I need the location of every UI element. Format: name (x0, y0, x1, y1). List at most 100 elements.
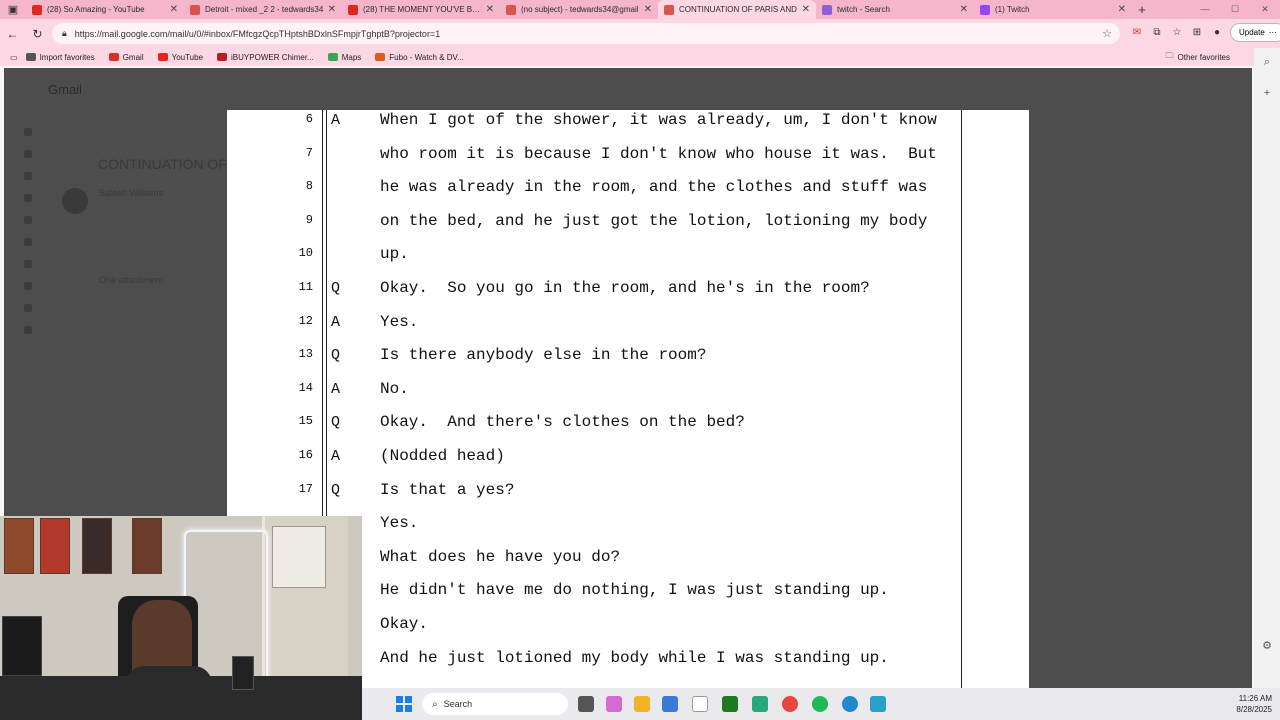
bookmark-item[interactable]: YouTube (157, 52, 204, 62)
start-button[interactable] (396, 696, 412, 712)
tab-title: (28) THE MOMENT YOU'VE BEEN (363, 5, 482, 14)
bookmark-item[interactable]: Gmail (108, 52, 144, 62)
bookmark-label: Gmail (122, 52, 144, 62)
bookmark-item[interactable]: iBUYPOWER Chimer... (217, 53, 314, 62)
browser-tab[interactable]: twitch - Search ✕ (816, 0, 974, 19)
reading-view-icon[interactable]: ▭ (10, 53, 18, 62)
tab-favicon-icon (980, 4, 990, 15)
transcript-text: And he just lotioned my body while I was… (380, 648, 889, 667)
transcript-text: Okay. And there's clothes on the bed? (380, 413, 745, 432)
minimize-icon[interactable]: — (1190, 0, 1220, 19)
add-icon[interactable]: + (1254, 87, 1280, 99)
transcript-text: Is there anybody else in the room? (380, 346, 707, 365)
favorites-icon[interactable]: ☆ (1170, 27, 1184, 38)
close-window-icon[interactable]: ✕ (1250, 0, 1280, 19)
favorite-star-icon[interactable]: ☆ (1102, 27, 1112, 40)
address-bar[interactable]: 🔒︎ https://mail.google.com/mail/u/0/#inb… (52, 23, 1120, 44)
tab-title: (28) So Amazing - YouTube (47, 5, 145, 14)
tab-strip: ▣ (28) So Amazing - YouTube ✕ Detroit - mi… (0, 0, 1280, 19)
capture-app-icon[interactable] (752, 696, 768, 712)
tab-title: CONTINUATION OF PARIS AND (679, 5, 797, 14)
extension-icon[interactable]: ✉ (1130, 27, 1144, 38)
bookmark-label: YouTube (171, 52, 204, 62)
poster (4, 518, 34, 574)
notepad-icon[interactable] (692, 696, 708, 712)
poster (82, 518, 112, 574)
browser-tab[interactable]: Detroit - mixed _2 2 - tedwards34 ✕ (184, 0, 342, 19)
bookmark-item[interactable]: Fubo - Watch & DV... (375, 53, 464, 62)
line-number: 7 (305, 145, 313, 160)
clock[interactable]: 11:26 AM 8/28/2025 (1236, 693, 1272, 715)
transcript-line: 15 Q Okay. And there's clothes on the bed? (227, 412, 967, 446)
store-icon[interactable] (662, 696, 678, 712)
tab-actions-icon[interactable]: ▣ (0, 0, 26, 19)
update-label: Update (1239, 28, 1265, 37)
chrome-icon[interactable] (782, 696, 798, 712)
transcript-text: When I got of the shower, it was already… (380, 111, 937, 129)
speaker-label: Q (331, 414, 341, 432)
back-icon[interactable]: ← (0, 27, 25, 41)
bookmark-favicon-icon (157, 53, 168, 61)
copilot-app-icon[interactable] (606, 696, 622, 712)
line-number: 10 (298, 246, 313, 261)
tab-title: (1) Twitch (995, 5, 1030, 14)
transcript-text: He didn't have me do nothing, I was just… (380, 581, 889, 600)
transcript-line: 13 Q Is there anybody else in the room? (227, 345, 967, 379)
bookmark-favicon-icon (108, 53, 119, 61)
transcript-text: Yes. (380, 514, 419, 533)
spotify-icon[interactable] (812, 696, 828, 712)
browser-tab[interactable]: (28) THE MOMENT YOU'VE BEEN ✕ (342, 0, 500, 19)
speaker-label: A (331, 112, 341, 129)
transcript-text: on the bed, and he just got the lotion, … (380, 211, 928, 230)
task-view-icon[interactable] (578, 696, 594, 712)
app-icon[interactable] (870, 696, 886, 712)
transcript-text: he was already in the room, and the clot… (380, 178, 928, 197)
settings-icon[interactable]: ⚙ (1254, 639, 1280, 652)
browser-tab[interactable]: (1) Twitch ✕ (974, 0, 1132, 19)
bookmark-favicon-icon (375, 53, 386, 61)
split-screen-icon[interactable]: ⧉ (1150, 27, 1164, 38)
browser-tab[interactable]: (28) So Amazing - YouTube ✕ (26, 0, 184, 19)
close-tab-icon[interactable]: ✕ (1118, 4, 1126, 15)
taskbar-search-label: Search (443, 699, 473, 709)
collections-icon[interactable]: ⊞ (1190, 27, 1204, 38)
bookmark-favicon-icon (217, 53, 228, 61)
bookmark-item[interactable]: Import favorites (25, 53, 95, 62)
file-explorer-icon[interactable] (634, 696, 650, 712)
window-controls: — ☐ ✕ (1190, 0, 1280, 19)
bookmark-favicon-icon (25, 53, 36, 61)
transcript-line: 16 A (Nodded head) (227, 446, 967, 480)
maximize-icon[interactable]: ☐ (1220, 0, 1250, 19)
edge-sidebar: ⌕ + ⚙ (1254, 48, 1280, 688)
transcript-line: 9 on the bed, and he just got the lotion,… (227, 211, 967, 245)
close-tab-icon[interactable]: ✕ (644, 4, 652, 15)
search-icon[interactable]: ⌕ (1254, 56, 1280, 69)
close-tab-icon[interactable]: ✕ (802, 4, 810, 15)
taskbar-search[interactable]: ⌕ Search (422, 693, 568, 715)
xbox-icon[interactable] (722, 696, 738, 712)
bookmark-item[interactable]: Maps (327, 53, 361, 62)
browser-tab[interactable]: CONTINUATION OF PARIS AND ✕ (658, 0, 816, 19)
close-tab-icon[interactable]: ✕ (328, 4, 336, 15)
speaker-label: Q (331, 280, 341, 297)
close-tab-icon[interactable]: ✕ (170, 4, 178, 15)
speaker-label: Q (331, 481, 341, 499)
edge-icon[interactable] (842, 696, 858, 712)
transcript-text: Yes. (380, 312, 419, 331)
transcript-line: 12 A Yes. (227, 312, 967, 346)
new-tab-button[interactable]: + (1132, 2, 1152, 17)
profile-icon[interactable]: ● (1210, 27, 1224, 38)
wall-frame (272, 526, 326, 588)
transcript-line: 8 he was already in the room, and the clo… (227, 177, 967, 211)
line-number: 13 (298, 347, 313, 362)
refresh-icon[interactable]: ↻ (25, 27, 50, 41)
close-tab-icon[interactable]: ✕ (486, 4, 494, 15)
browser-tab[interactable]: (no subject) - tedwards34@gmail ✕ (500, 0, 658, 19)
tab-title: (no subject) - tedwards34@gmail (521, 5, 639, 14)
update-button[interactable]: Update ⋯ (1230, 23, 1280, 42)
line-number: 6 (305, 112, 313, 126)
toolbar-right: ✉ ⧉ ☆ ⊞ ● Update⋯ ◧ (1130, 23, 1280, 42)
other-favorites[interactable]: 🗀︎ Other favorites (1166, 50, 1230, 64)
tab-favicon-icon (190, 4, 200, 15)
close-tab-icon[interactable]: ✕ (960, 4, 968, 15)
